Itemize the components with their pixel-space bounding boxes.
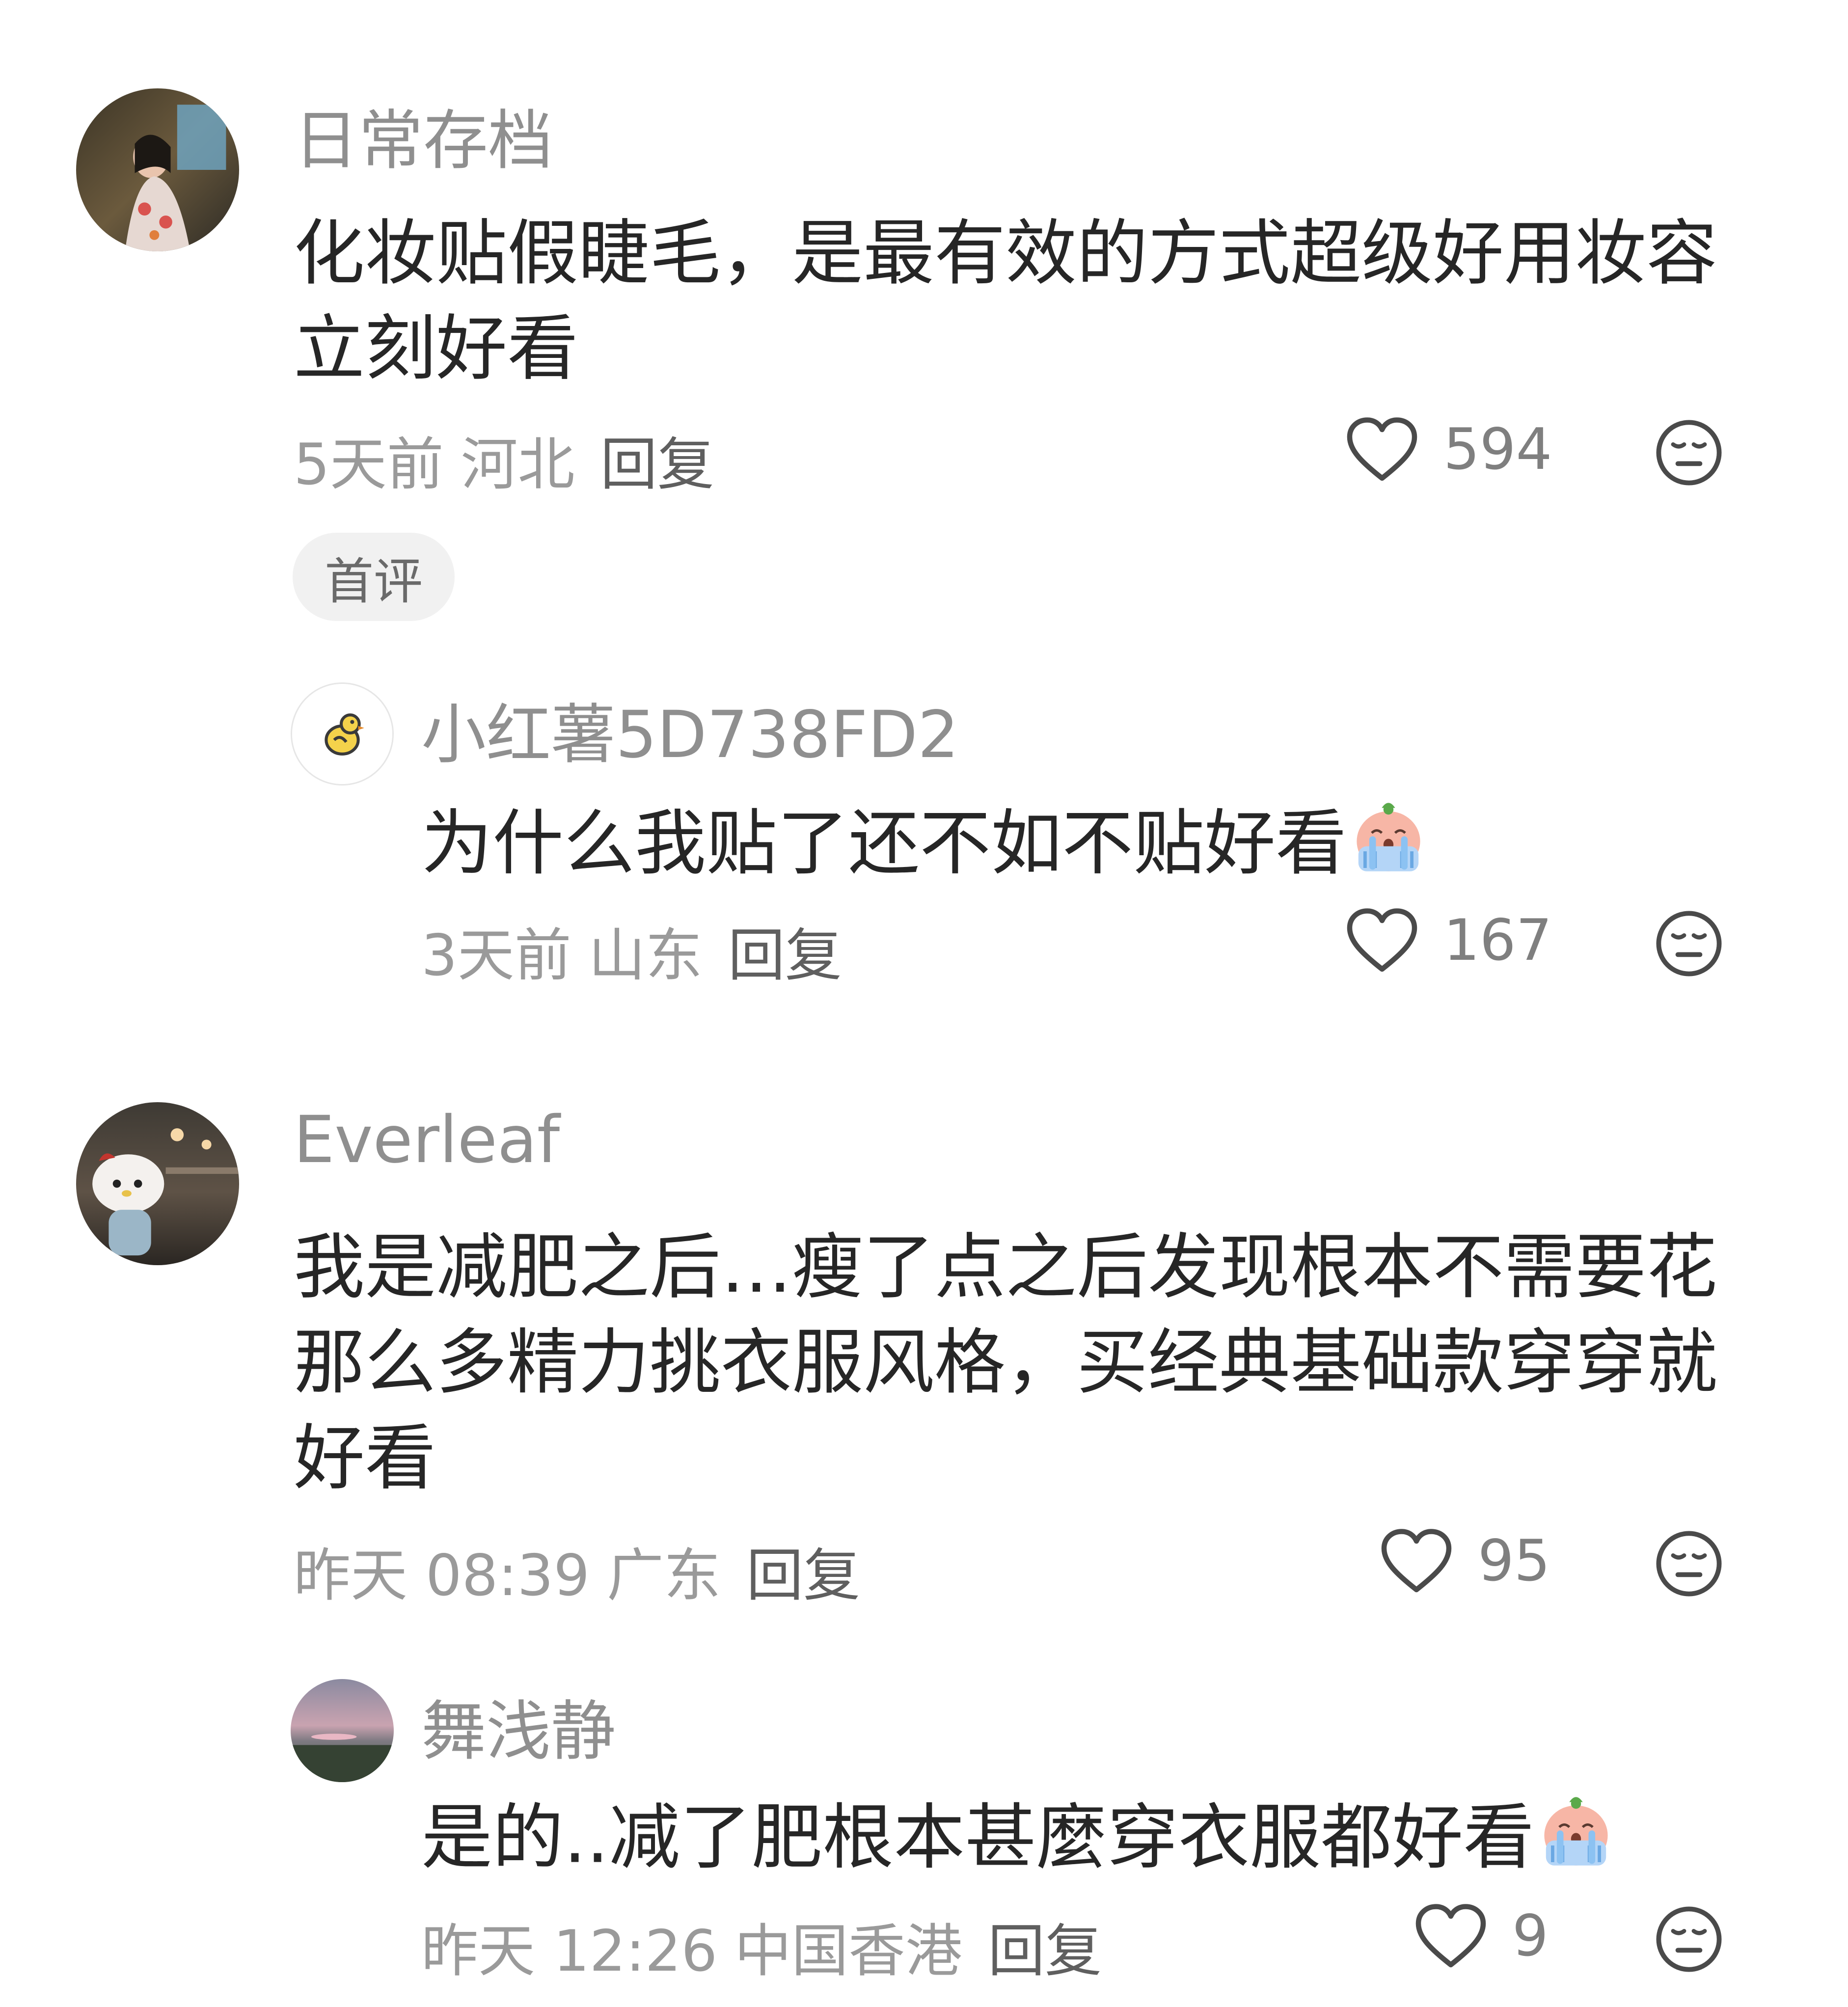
like-button[interactable]: 9 xyxy=(1414,1903,1549,1969)
avatar[interactable] xyxy=(76,1102,239,1265)
comment-meta: 昨天 08:39 广东 回复 xyxy=(294,1529,860,1612)
reply-time: 昨天 12:26 xyxy=(421,1918,718,1984)
like-button[interactable]: 167 xyxy=(1345,907,1552,974)
unamused-face-icon xyxy=(1655,1905,1723,1974)
first-comment-badge: 首评 xyxy=(293,533,455,621)
comment-location: 广东 xyxy=(606,1543,721,1609)
reply-location: 山东 xyxy=(588,922,703,989)
like-count: 9 xyxy=(1512,1903,1549,1969)
comment-time: 5天前 xyxy=(294,432,444,498)
like-count: 95 xyxy=(1478,1528,1550,1594)
avatar[interactable] xyxy=(76,88,239,251)
heart-outline-icon xyxy=(1345,907,1419,974)
crying-emoji xyxy=(1534,1787,1618,1894)
dislike-button[interactable] xyxy=(1655,418,1723,487)
comment-location: 河北 xyxy=(461,432,575,498)
heart-outline-icon xyxy=(1414,1903,1488,1969)
reply-location: 中国香港 xyxy=(734,1918,962,1984)
crying-emoji xyxy=(1347,793,1430,900)
unamused-face-icon xyxy=(1655,418,1723,487)
comment-username[interactable]: Everleaf xyxy=(294,1102,560,1178)
heart-outline-icon xyxy=(1380,1528,1453,1594)
comment-meta: 5天前 河北 回复 xyxy=(294,418,714,501)
reply-text: 为什么我贴了还不如不贴好看 xyxy=(421,793,1737,900)
avatar[interactable] xyxy=(291,682,394,786)
reply-time: 3天前 xyxy=(421,922,571,989)
comment-time: 昨天 08:39 xyxy=(294,1543,590,1609)
avatar[interactable] xyxy=(291,1679,394,1782)
unamused-face-icon xyxy=(1655,1529,1723,1598)
reply-button[interactable]: 回复 xyxy=(728,922,842,989)
like-count: 167 xyxy=(1443,907,1552,974)
reply-meta: 昨天 12:26 中国香港 回复 xyxy=(421,1905,1102,1987)
like-count: 594 xyxy=(1443,416,1552,483)
reply-button[interactable]: 回复 xyxy=(600,432,714,498)
comment-text: 化妆贴假睫毛，是最有效的方式超级好用妆容立刻好看 xyxy=(294,212,1717,391)
comment-text: 我是减肥之后…瘦了点之后发现根本不需要花那么多精力挑衣服风格，买经典基础款穿穿就… xyxy=(294,1226,1717,1500)
reply-username[interactable]: 舞浅静 xyxy=(421,1679,616,1773)
unamused-face-icon xyxy=(1655,909,1723,978)
reply-button[interactable]: 回复 xyxy=(746,1543,860,1609)
like-button[interactable]: 594 xyxy=(1345,416,1552,483)
dislike-button[interactable] xyxy=(1655,1529,1723,1598)
heart-outline-icon xyxy=(1345,416,1419,483)
reply-username[interactable]: 小红薯5D738FD2 xyxy=(421,682,959,776)
reply-text: 是的..减了肥根本甚麼穿衣服都好看 xyxy=(421,1787,1737,1894)
like-button[interactable]: 95 xyxy=(1380,1528,1550,1594)
reply-button[interactable]: 回复 xyxy=(988,1918,1102,1984)
dislike-button[interactable] xyxy=(1655,1905,1723,1974)
dislike-button[interactable] xyxy=(1655,909,1723,978)
comment-username[interactable]: 日常存档 xyxy=(294,88,553,182)
reply-meta: 3天前 山东 回复 xyxy=(421,909,842,992)
